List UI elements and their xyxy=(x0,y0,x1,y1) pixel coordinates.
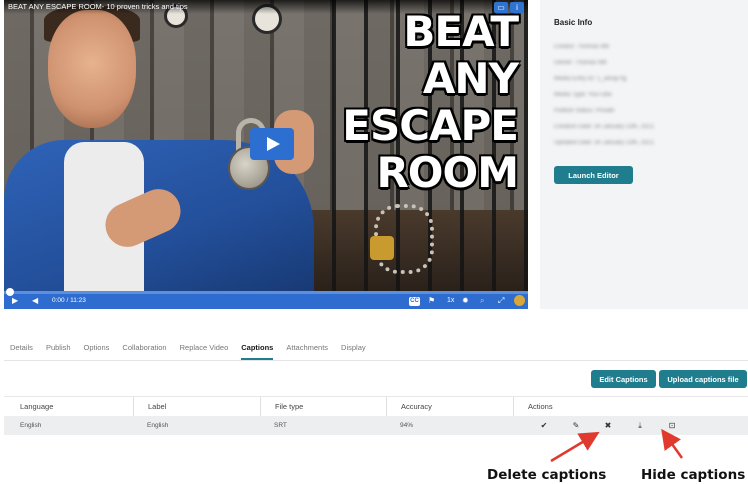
tab-replace-video[interactable]: Replace Video xyxy=(180,336,229,360)
video-frame[interactable]: BEAT ANY ESCAPE ROOM BEAT ANY ESCAPE ROO… xyxy=(4,0,528,291)
progress-bar[interactable] xyxy=(4,291,528,294)
media-tabs: Details Publish Options Collaboration Re… xyxy=(10,336,379,360)
info-row: Creation Date: on January 13th, 2021 xyxy=(554,124,655,130)
pencil-icon[interactable]: ✎ xyxy=(560,421,592,430)
tab-publish[interactable]: Publish xyxy=(46,336,71,360)
info-row: Media Type: YouTube xyxy=(554,92,612,98)
upload-captions-button[interactable]: Upload captions file xyxy=(659,370,747,388)
cell-label: English xyxy=(147,422,169,429)
delete-arrow xyxy=(550,431,600,463)
row-actions: ✔ ✎ ✖ ⤓ ⊡ xyxy=(528,416,688,435)
header-label: Label xyxy=(133,397,166,417)
player-top-icons: ▭ i xyxy=(494,2,524,13)
info-row: Media Entry ID: 1_a4sqi7tg xyxy=(554,76,627,82)
hide-arrow xyxy=(661,428,684,459)
tab-captions[interactable]: Captions xyxy=(241,336,274,360)
cell-language: English xyxy=(20,422,42,429)
tab-collaboration[interactable]: Collaboration xyxy=(122,336,166,360)
video-player[interactable]: BEAT ANY ESCAPE ROOM BEAT ANY ESCAPE ROO… xyxy=(4,0,528,309)
video-thumbnail-headline: BEAT ANY ESCAPE ROOM xyxy=(308,7,519,197)
header-accuracy: Accuracy xyxy=(386,397,432,417)
fullscreen-icon[interactable]: ⤢ xyxy=(498,295,504,307)
info-row: Publish Status: Private xyxy=(554,108,615,114)
tab-options[interactable]: Options xyxy=(84,336,110,360)
hide-captions-annotation: Hide captions xyxy=(641,467,746,483)
table-row: English English SRT 94% ✔ ✎ ✖ ⤓ ⊡ xyxy=(4,416,748,435)
playback-speed[interactable]: 1x xyxy=(447,295,454,307)
info-icon[interactable]: i xyxy=(510,2,524,13)
check-icon[interactable]: ✔ xyxy=(528,421,560,430)
header-language: Language xyxy=(20,402,54,411)
edit-captions-button[interactable]: Edit Captions xyxy=(591,370,656,388)
player-logo-icon[interactable] xyxy=(514,295,525,306)
captions-table: Language Label File type Accuracy Action… xyxy=(4,396,748,435)
cell-accuracy: 94% xyxy=(400,422,414,429)
delete-captions-annotation: Delete captions xyxy=(487,467,607,483)
small-padlock-image xyxy=(370,236,394,260)
basic-info-panel: Basic Info Creator: Thomas Mb Owner: Tho… xyxy=(540,0,748,309)
tab-details[interactable]: Details xyxy=(10,336,33,360)
play-icon[interactable]: ▶ xyxy=(12,295,18,307)
time-display: 0:00 / 11:23 xyxy=(52,297,86,304)
flag-icon[interactable]: ⚑ xyxy=(428,295,435,307)
hide-caption-icon[interactable]: ⊡ xyxy=(656,421,688,430)
closed-captions-icon[interactable]: CC xyxy=(409,297,420,306)
delete-x-icon[interactable]: ✖ xyxy=(592,421,624,430)
download-icon[interactable]: ⤓ xyxy=(624,421,656,431)
launch-editor-button[interactable]: Launch Editor xyxy=(554,166,633,184)
volume-icon[interactable]: ◀ xyxy=(32,295,38,307)
tab-attachments[interactable]: Attachments xyxy=(286,336,328,360)
big-play-button[interactable] xyxy=(250,128,294,160)
tab-display[interactable]: Display xyxy=(341,336,366,360)
presenter-face xyxy=(48,10,136,128)
info-row[interactable]: Owner: Thomas Mb xyxy=(554,55,734,71)
headline-line: ROOM xyxy=(376,148,519,197)
search-icon[interactable]: ⌕ xyxy=(480,295,484,307)
header-file-type: File type xyxy=(260,397,303,417)
info-row: Updated Date: on January 13th, 2021 xyxy=(554,140,655,146)
header-actions: Actions xyxy=(513,397,553,417)
cell-file-type: SRT xyxy=(274,422,287,429)
headline-line: BEAT ANY xyxy=(403,7,519,103)
table-header-row: Language Label File type Accuracy Action… xyxy=(4,396,748,417)
tabs-divider xyxy=(4,360,748,361)
player-controls: ▶ ◀ 0:00 / 11:23 CC ⚑ 1x ✹ ⌕ ⤢ xyxy=(4,288,528,309)
info-row: Creator: Thomas Mb xyxy=(554,44,609,50)
basic-info-title: Basic Info xyxy=(554,18,593,27)
share-screen-icon[interactable]: ▭ xyxy=(494,2,508,13)
gear-icon[interactable]: ✹ xyxy=(462,295,469,307)
video-title: BEAT ANY ESCAPE ROOM- 10 proven tricks a… xyxy=(4,0,528,14)
headline-line: ESCAPE xyxy=(342,101,519,150)
